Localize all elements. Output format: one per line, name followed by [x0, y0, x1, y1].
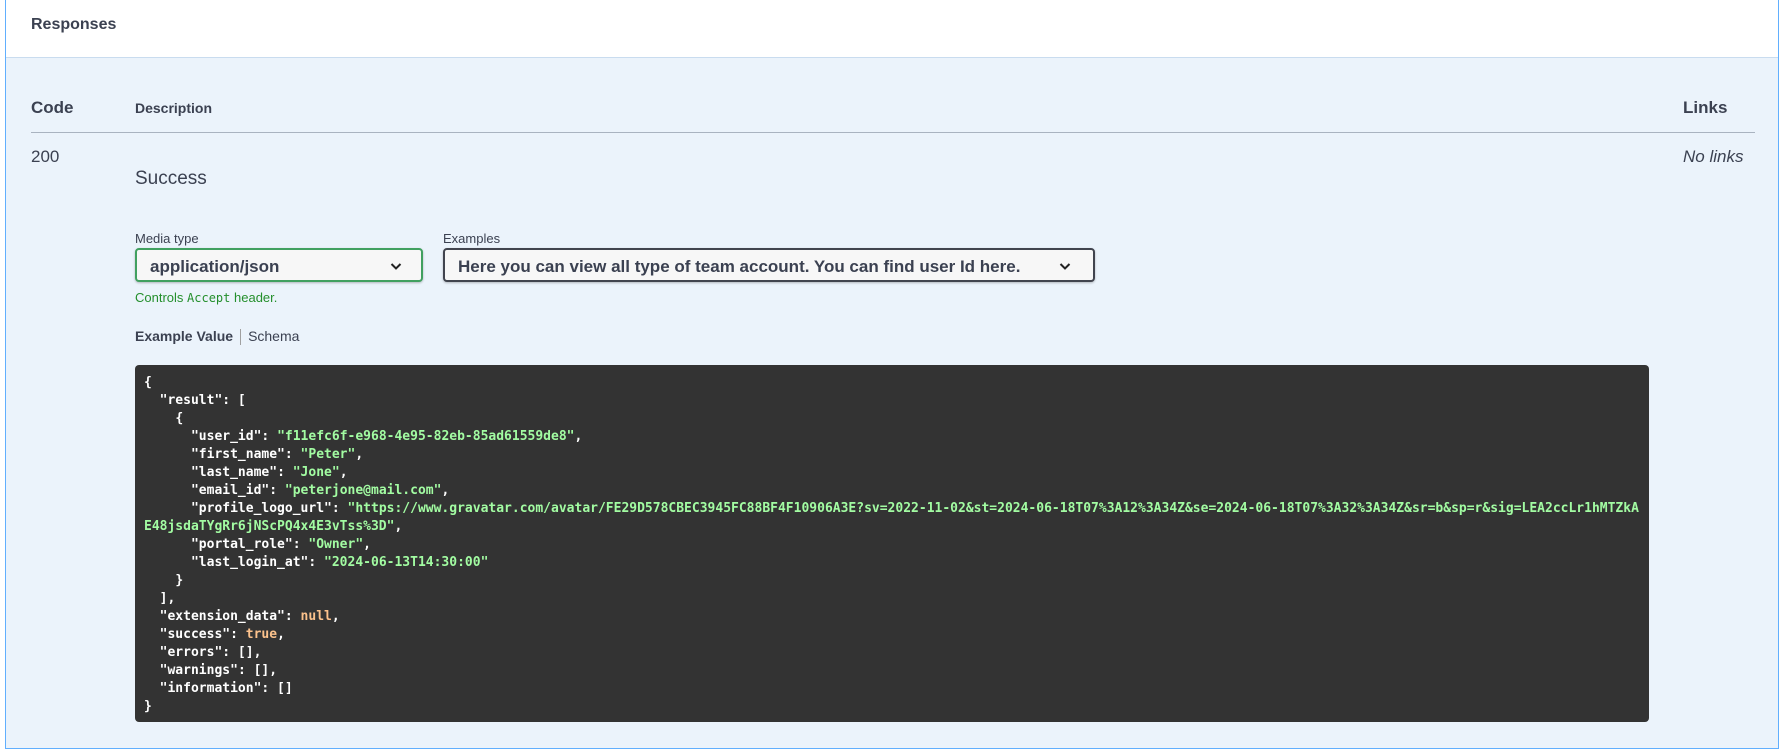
- examples-select[interactable]: Here you can view all type of team accou…: [443, 248, 1095, 282]
- media-type-value: application/json: [150, 257, 280, 276]
- chevron-down-icon: [1059, 263, 1071, 270]
- note-code: Accept: [187, 291, 231, 305]
- responses-title: Responses: [31, 16, 117, 33]
- note-suffix: header.: [230, 290, 278, 305]
- tab-divider: [240, 329, 242, 346]
- tab-example-value[interactable]: Example Value: [135, 328, 233, 344]
- examples-value: Here you can view all type of team accou…: [458, 257, 1021, 276]
- responses-panel: Responses Code Description Links 200 No …: [5, 0, 1779, 749]
- media-type-label: Media type: [135, 231, 199, 246]
- chevron-down-icon: [390, 263, 402, 270]
- note-prefix: Controls: [135, 290, 188, 305]
- column-header-code: Code: [31, 98, 74, 117]
- response-links: No links: [1683, 147, 1744, 166]
- response-code: 200: [31, 147, 60, 166]
- examples-label: Examples: [443, 231, 501, 246]
- column-header-description: Description: [135, 100, 213, 116]
- media-type-note: Controls Accept header.: [135, 290, 277, 305]
- responses-header: Responses: [6, 0, 1778, 58]
- example-code-block[interactable]: { "result": [ { "user_id": "f11efc6f-e96…: [135, 365, 1649, 722]
- example-tabs: Example Value Schema: [135, 328, 299, 346]
- tab-schema[interactable]: Schema: [248, 328, 299, 344]
- header-divider: [31, 132, 1755, 133]
- example-json: { "result": [ { "user_id": "f11efc6f-e96…: [144, 375, 1639, 714]
- media-type-select[interactable]: application/json: [135, 248, 423, 282]
- response-description: Success: [135, 168, 207, 189]
- column-header-links: Links: [1683, 98, 1728, 117]
